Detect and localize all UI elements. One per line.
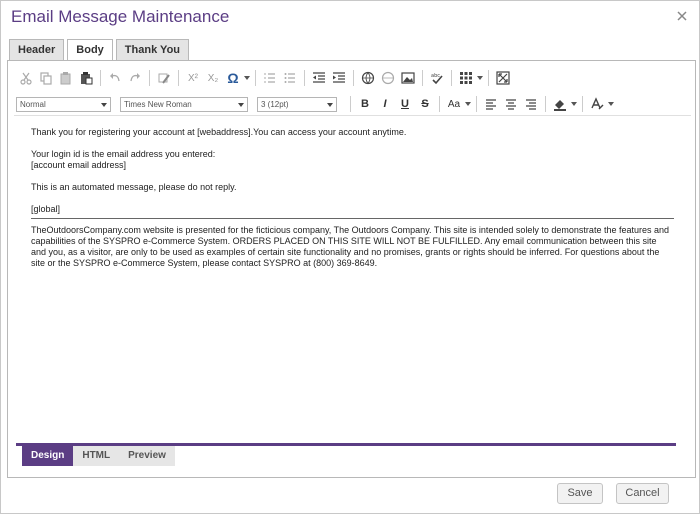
save-button[interactable]: Save bbox=[557, 483, 603, 504]
table-icon[interactable] bbox=[456, 68, 476, 88]
undo-icon[interactable] bbox=[105, 68, 125, 88]
toolbar-divider bbox=[439, 96, 440, 112]
subscript-button[interactable]: X₂ bbox=[203, 68, 223, 88]
paste-word-icon[interactable] bbox=[76, 68, 96, 88]
cancel-button[interactable]: Cancel bbox=[616, 483, 669, 504]
font-name-value: Times New Roman bbox=[124, 99, 192, 109]
tab-html[interactable]: HTML bbox=[73, 446, 120, 466]
editor-panel: X² X₂ Ω abc Normal Times New Roman 3 (12… bbox=[7, 60, 696, 478]
fullscreen-icon[interactable] bbox=[493, 68, 513, 88]
omega-icon: Ω bbox=[227, 70, 239, 86]
italic-button[interactable]: I bbox=[375, 94, 395, 114]
font-size-select[interactable]: 3 (12pt) bbox=[257, 96, 337, 112]
underline-label: U bbox=[401, 98, 409, 110]
toolbar-row-1: X² X₂ Ω abc bbox=[16, 67, 513, 89]
tab-design[interactable]: Design bbox=[22, 446, 74, 466]
body-line: Your login id is the email address you e… bbox=[31, 149, 216, 159]
italic-label: I bbox=[383, 98, 387, 110]
copy-icon[interactable] bbox=[36, 68, 56, 88]
dialog-title: Email Message Maintenance bbox=[11, 7, 230, 26]
underline-button[interactable]: U bbox=[395, 94, 415, 114]
strikethrough-button[interactable]: S bbox=[415, 94, 435, 114]
chevron-down-icon[interactable] bbox=[243, 68, 251, 88]
horizontal-rule bbox=[31, 218, 674, 219]
tab-header[interactable]: Header bbox=[9, 39, 65, 60]
outdent-icon[interactable] bbox=[309, 68, 329, 88]
body-line: This is an automated message, please do … bbox=[31, 182, 237, 192]
convert-case-label: Aa bbox=[447, 98, 461, 110]
spellcheck-icon[interactable]: abc bbox=[427, 68, 447, 88]
paragraph-format-value: Normal bbox=[20, 99, 46, 109]
background-color-icon[interactable] bbox=[550, 94, 570, 114]
toolbar-divider bbox=[582, 96, 583, 112]
cut-icon[interactable] bbox=[16, 68, 36, 88]
toolbar-divider bbox=[488, 70, 489, 86]
chevron-down-icon[interactable] bbox=[476, 68, 484, 88]
svg-text:abc: abc bbox=[431, 73, 440, 79]
toolbar-divider bbox=[476, 96, 477, 112]
tab-body[interactable]: Body bbox=[67, 39, 113, 61]
toolbar-divider bbox=[100, 70, 101, 86]
editor-content[interactable]: Thank you for registering your account a… bbox=[31, 127, 674, 269]
tab-preview[interactable]: Preview bbox=[119, 446, 175, 466]
font-size-value: 3 (12pt) bbox=[261, 99, 289, 109]
bullet-list-icon[interactable] bbox=[280, 68, 300, 88]
tab-bar: Header Body Thank You bbox=[9, 39, 192, 61]
convert-case-button[interactable]: Aa bbox=[444, 94, 464, 114]
editor-mode-tabs: Design HTML Preview bbox=[22, 446, 175, 466]
unlink-icon[interactable] bbox=[378, 68, 398, 88]
chevron-down-icon bbox=[238, 102, 244, 107]
symbol-button[interactable]: Ω bbox=[223, 68, 243, 88]
toolbar-divider bbox=[545, 96, 546, 112]
indent-icon[interactable] bbox=[329, 68, 349, 88]
disclaimer-text: TheOutdoorsCompany.com website is presen… bbox=[31, 225, 669, 268]
format-stripper-icon[interactable] bbox=[154, 68, 174, 88]
align-center-icon[interactable] bbox=[501, 94, 521, 114]
toolbar-bottom-divider bbox=[14, 115, 691, 116]
chevron-down-icon bbox=[101, 102, 107, 107]
toolbar-divider bbox=[255, 70, 256, 86]
font-name-select[interactable]: Times New Roman bbox=[120, 96, 248, 112]
body-line: Thank you for registering your account a… bbox=[31, 127, 407, 137]
image-manager-icon[interactable] bbox=[398, 68, 418, 88]
bold-label: B bbox=[361, 98, 369, 110]
body-line: [account email address] bbox=[31, 160, 127, 170]
paste-icon[interactable] bbox=[56, 68, 76, 88]
toolbar-divider bbox=[353, 70, 354, 86]
toolbar-divider bbox=[350, 96, 351, 112]
chevron-down-icon[interactable] bbox=[570, 94, 578, 114]
toolbar-divider bbox=[149, 70, 150, 86]
chevron-down-icon[interactable] bbox=[464, 94, 472, 114]
tab-thank-you[interactable]: Thank You bbox=[115, 39, 190, 60]
close-icon[interactable] bbox=[675, 9, 689, 23]
toolbar-row-2: Normal Times New Roman 3 (12pt) B I U S … bbox=[16, 94, 615, 114]
toolbar-divider bbox=[422, 70, 423, 86]
superscript-label: X² bbox=[188, 72, 198, 84]
email-message-dialog: Email Message Maintenance Header Body Th… bbox=[0, 0, 700, 514]
strikethrough-label: S bbox=[421, 98, 429, 110]
paragraph-format-select[interactable]: Normal bbox=[16, 96, 111, 112]
align-right-icon[interactable] bbox=[521, 94, 541, 114]
superscript-button[interactable]: X² bbox=[183, 68, 203, 88]
chevron-down-icon bbox=[327, 102, 333, 107]
font-color-icon[interactable] bbox=[587, 94, 607, 114]
numbered-list-icon[interactable] bbox=[260, 68, 280, 88]
body-line: [global] bbox=[31, 204, 61, 214]
redo-icon[interactable] bbox=[125, 68, 145, 88]
bold-button[interactable]: B bbox=[355, 94, 375, 114]
toolbar-divider bbox=[304, 70, 305, 86]
align-left-icon[interactable] bbox=[481, 94, 501, 114]
toolbar-divider bbox=[451, 70, 452, 86]
hyperlink-icon[interactable] bbox=[358, 68, 378, 88]
chevron-down-icon[interactable] bbox=[607, 94, 615, 114]
subscript-label: X₂ bbox=[207, 72, 219, 84]
toolbar-divider bbox=[178, 70, 179, 86]
